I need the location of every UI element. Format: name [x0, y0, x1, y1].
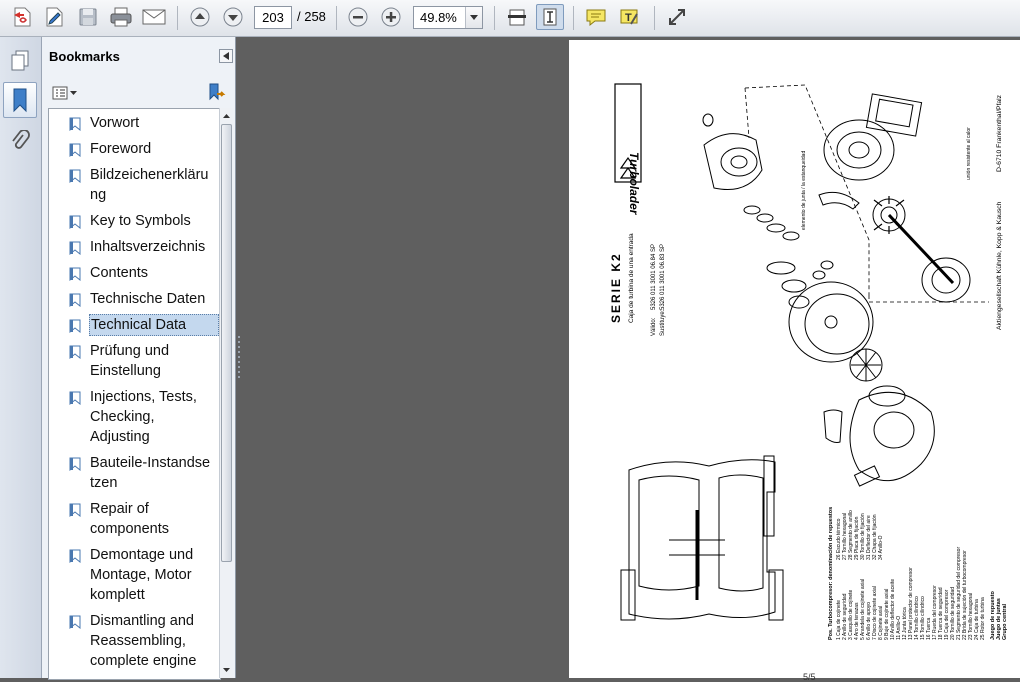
bookmark-label: Technische Daten	[90, 291, 206, 307]
options-icon	[52, 86, 68, 100]
expand-icon[interactable]	[664, 5, 690, 29]
series-subtitle: Caja de turbina de una entrada	[628, 233, 635, 323]
note-gasket: elemento de junta / la estanqueidad	[801, 151, 807, 230]
chevron-down-icon	[70, 91, 77, 95]
bookmark-label: Contents	[90, 265, 149, 281]
turbine-shaft	[872, 196, 955, 285]
toolbar-separator	[177, 6, 178, 30]
page-thumbnails-icon[interactable]	[4, 43, 36, 77]
create-pdf-icon[interactable]	[8, 5, 36, 29]
edit-document-icon[interactable]	[40, 5, 68, 29]
bookmark-icon	[69, 345, 81, 359]
part-row: 34 Anillo-O	[878, 535, 884, 560]
parts-list: Pos. Turbocompresor: denominación de rep…	[828, 507, 1008, 640]
toolbar-separator	[336, 6, 337, 30]
valid-label: Válido:	[651, 317, 657, 336]
bookmark-label: Demontage und Montage, Motor komplett	[90, 547, 194, 603]
toolbar-separator	[573, 6, 574, 30]
back-plate	[921, 257, 971, 303]
bookmark-icon	[69, 457, 81, 471]
bookmark-label: Repair of components	[90, 501, 169, 537]
replaces-label: Sustituye:	[660, 309, 666, 336]
expand-bookmark-icon	[209, 83, 226, 101]
previous-page-icon[interactable]	[187, 5, 213, 29]
fit-page-icon[interactable]	[536, 4, 564, 30]
cross-section-view	[620, 455, 784, 621]
collapse-panel-button[interactable]	[219, 49, 233, 63]
zoom-in-icon[interactable]	[378, 5, 404, 29]
bookmark-icon	[69, 293, 81, 307]
rings-stack	[743, 205, 834, 309]
company-name: Aktiengesellschaft Kühnle, Kopp & Kausch	[996, 201, 1003, 330]
zoom-value: 49.8%	[420, 10, 457, 25]
compressor-housing	[823, 385, 935, 482]
options-menu-button[interactable]	[52, 84, 77, 102]
chevron-left-icon	[223, 52, 229, 60]
bookmark-icon	[69, 215, 81, 229]
email-icon[interactable]	[139, 5, 169, 29]
scroll-up-icon[interactable]	[220, 109, 233, 122]
parts-header: Pos. Turbocompresor: denominación de rep…	[828, 507, 834, 640]
bookmark-icon	[69, 549, 81, 563]
next-page-icon[interactable]	[220, 5, 246, 29]
bookmark-icon	[69, 319, 81, 333]
compressor-wheel	[849, 348, 883, 382]
bookmark-icon	[69, 117, 81, 131]
comment-icon[interactable]	[583, 5, 609, 29]
page-number-input[interactable]	[254, 6, 292, 29]
scroll-thumb[interactable]	[221, 124, 232, 562]
toolbar: / 258 49.8% T	[0, 0, 1020, 37]
turbocharger-exploded-diagram: Turbolader SERIE K2 Caja de turbina de u…	[609, 83, 1008, 640]
print-icon[interactable]	[106, 5, 136, 29]
page-footer-number: 5/5	[803, 672, 816, 682]
highlight-text-icon[interactable]: T	[616, 5, 642, 29]
toolbar-separator	[654, 6, 655, 30]
bookmark-label: Bildzeichenerkläru ng	[90, 167, 209, 203]
scroll-down-icon[interactable]	[220, 663, 233, 676]
legend-row: Grupo central	[1002, 603, 1008, 640]
bookmarks-list: Vorwort Foreword Bildzeichenerkläru ng K…	[48, 108, 221, 680]
chevron-down-icon[interactable]	[465, 7, 482, 28]
bookmark-label: Dismantling and Reassembling, complete e…	[90, 613, 197, 669]
bookmark-icon	[69, 169, 81, 183]
bookmark-label: Bauteile-Instandse tzen	[90, 455, 211, 491]
bookmarks-panel-icon[interactable]	[3, 82, 37, 118]
bookmark-icon	[69, 503, 81, 517]
bookmarks-scrollbar[interactable]	[219, 108, 233, 678]
bookmark-icon	[69, 615, 81, 629]
replaces-value: 5326 011 3001 06.83 SP	[660, 244, 666, 310]
bookmark-label: Injections, Tests, Checking, Adjusting	[90, 389, 197, 445]
document-page: Turbolader SERIE K2 Caja de turbina de u…	[569, 40, 1020, 682]
toolbar-separator	[494, 6, 495, 30]
zoom-select[interactable]: 49.8%	[413, 6, 483, 29]
bookmark-label: Foreword	[90, 141, 152, 157]
fit-width-icon[interactable]	[504, 5, 530, 29]
navigation-pane-strip	[0, 37, 42, 678]
bookmark-label: Key to Symbols	[90, 213, 191, 229]
bookmark-icon	[69, 143, 81, 157]
brand-text: Turbolader	[627, 152, 641, 216]
bookmark-label: Prüfung und Einstellung	[90, 343, 170, 379]
company-address: D-6710 Frankenthal/Pfalz	[996, 94, 1003, 172]
zoom-out-icon[interactable]	[345, 5, 371, 29]
bookmark-label: Technical Data	[89, 314, 219, 336]
save-icon[interactable]	[74, 5, 102, 29]
note-wheel: unión resistente al calor	[966, 127, 972, 180]
bookmark-icon	[69, 241, 81, 255]
expand-bookmark-button[interactable]	[206, 82, 226, 105]
bookmark-icon	[69, 267, 81, 281]
part-row: 25 Rotor de turbina	[980, 597, 986, 640]
panel-resize-handle[interactable]	[237, 334, 241, 382]
series-title: SERIE K2	[609, 252, 623, 323]
valid-value: 5326 011 3001 06.84 SP	[651, 244, 657, 310]
panel-title: Bookmarks	[49, 49, 120, 64]
bookmarks-panel: Bookmarks Vorwort Foreword Bildzeichener…	[42, 37, 236, 680]
attachments-icon[interactable]	[4, 125, 36, 159]
bearing-housing	[702, 113, 763, 190]
bookmark-label: Vorwort	[90, 115, 140, 131]
bookmark-label: Inhaltsverzeichnis	[90, 239, 206, 255]
page-total: / 258	[297, 9, 326, 24]
bookmark-icon	[69, 391, 81, 405]
